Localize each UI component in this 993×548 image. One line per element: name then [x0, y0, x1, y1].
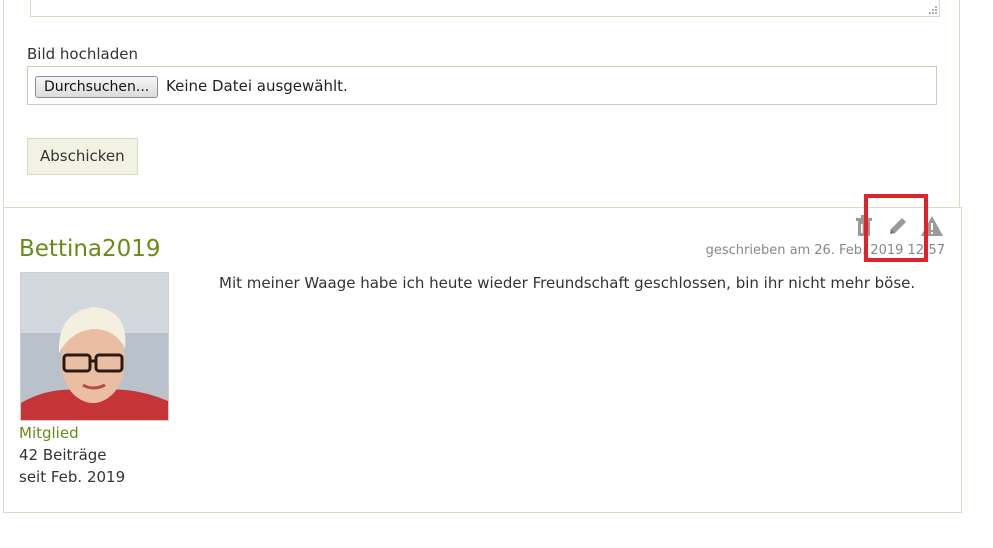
timestamp-prefix: geschrieben am — [705, 243, 811, 258]
no-file-text: Keine Datei ausgewählt. — [166, 77, 348, 95]
trash-icon[interactable] — [852, 214, 876, 238]
post-username[interactable]: Bettina2019 — [19, 236, 161, 262]
pencil-icon[interactable] — [886, 214, 910, 238]
resize-grip-icon[interactable] — [928, 5, 938, 15]
member-since: seit Feb. 2019 — [19, 468, 126, 486]
warning-icon[interactable] — [920, 214, 944, 238]
message-textarea[interactable] — [30, 0, 940, 17]
timestamp-value: 26. Feb. 2019 12:57 — [814, 243, 945, 258]
submit-button[interactable]: Abschicken — [27, 138, 138, 175]
post-timestamp: geschrieben am 26. Feb. 2019 12:57 — [706, 243, 945, 258]
user-post-count: 42 Beiträge — [19, 446, 107, 464]
user-role: Mitglied — [19, 424, 79, 442]
file-input[interactable]: Durchsuchen... Keine Datei ausgewählt. — [27, 66, 937, 105]
browse-button[interactable]: Durchsuchen... — [35, 76, 159, 98]
forum-post: Bettina2019 Mitglied 42 Beiträge seit Fe… — [3, 207, 962, 513]
post-message: Mit meiner Waage habe ich heute wieder F… — [219, 274, 916, 292]
avatar-photo — [21, 273, 168, 420]
avatar[interactable] — [20, 272, 169, 421]
upload-label: Bild hochladen — [27, 45, 138, 63]
